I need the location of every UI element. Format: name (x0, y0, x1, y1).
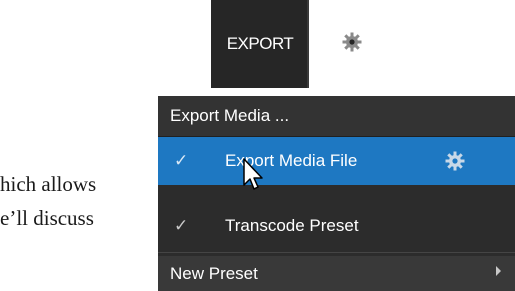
export-toolbar: EXPORT (211, 0, 362, 88)
menu-item-transcode-preset[interactable]: ✓ Transcode Preset (158, 201, 515, 251)
checkmark-icon: ✓ (174, 151, 189, 170)
menu-item-export-media-file[interactable]: ✓ Export Media File (158, 137, 515, 185)
export-button-label: EXPORT (226, 34, 294, 53)
menu-item-label: Transcode Preset (225, 216, 359, 235)
pointer-arrow-icon (243, 158, 263, 190)
menu-item-label: New Preset (170, 263, 258, 283)
checkmark-icon: ✓ (174, 216, 189, 235)
menu-item-label: Export Media ... (170, 106, 290, 125)
toolbar-divider (307, 0, 309, 88)
menu-separator (158, 252, 515, 253)
gear-icon[interactable] (445, 151, 465, 171)
gear-icon[interactable] (342, 32, 362, 52)
export-dropdown-menu: Export Media ... ✓ Export Media File ✓ T… (158, 96, 515, 291)
menu-item-export-media[interactable]: Export Media ... (158, 96, 515, 136)
document-text-line-1: hich allows (0, 172, 97, 196)
submenu-arrow-icon (496, 266, 501, 276)
menu-item-new-preset[interactable]: New Preset (158, 256, 515, 291)
export-button[interactable]: EXPORT (211, 0, 294, 88)
document-text-line-2: e’ll discuss (0, 206, 94, 230)
